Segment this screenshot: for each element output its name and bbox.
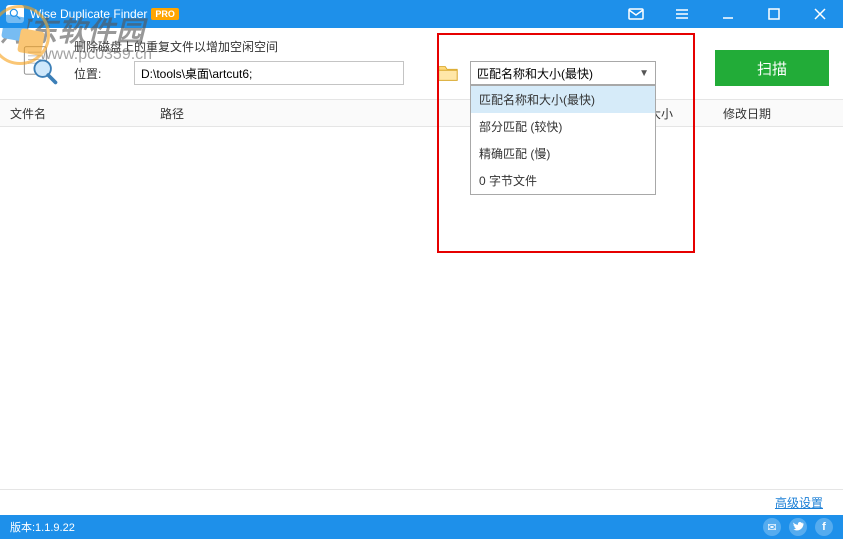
feedback-button[interactable] xyxy=(613,0,659,28)
dropdown-option[interactable]: 0 字节文件 xyxy=(471,167,655,194)
version-text: 版本:1.1.9.22 xyxy=(10,519,75,535)
results-list xyxy=(0,127,843,489)
location-label: 位置: xyxy=(74,65,124,82)
maximize-button[interactable] xyxy=(751,0,797,28)
chevron-down-icon: ▼ xyxy=(639,68,649,79)
facebook-icon[interactable]: f xyxy=(815,518,833,536)
results-header: 文件名 路径 大小 修改日期 xyxy=(0,99,843,127)
title-bar: Wise Duplicate Finder PRO xyxy=(0,0,843,28)
twitter-icon[interactable] xyxy=(789,518,807,536)
app-title: Wise Duplicate Finder xyxy=(30,7,147,21)
mail-icon[interactable]: ✉ xyxy=(763,518,781,536)
scan-button[interactable]: 扫描 xyxy=(715,50,829,86)
close-button[interactable] xyxy=(797,0,843,28)
advanced-settings-link[interactable]: 高级设置 xyxy=(775,494,823,511)
subtitle-text: 删除磁盘上的重复文件以增加空闲空间 xyxy=(74,38,705,55)
dropdown-list: 匹配名称和大小(最快) 部分匹配 (较快) 精确匹配 (慢) 0 字节文件 xyxy=(470,85,656,195)
app-icon xyxy=(6,5,24,23)
dropdown-option[interactable]: 匹配名称和大小(最快) xyxy=(471,86,655,113)
pro-badge: PRO xyxy=(151,8,179,20)
match-mode-dropdown[interactable]: 匹配名称和大小(最快) ▼ 匹配名称和大小(最快) 部分匹配 (较快) 精确匹配… xyxy=(470,61,656,85)
path-input[interactable] xyxy=(134,61,404,85)
column-date[interactable]: 修改日期 xyxy=(713,100,843,126)
menu-button[interactable] xyxy=(659,0,705,28)
status-bar: 版本:1.1.9.22 ✉ f xyxy=(0,515,843,539)
browse-folder-button[interactable] xyxy=(434,61,462,85)
column-filename[interactable]: 文件名 xyxy=(0,100,150,126)
advanced-row: 高级设置 xyxy=(0,489,843,515)
dropdown-option[interactable]: 精确匹配 (慢) xyxy=(471,140,655,167)
minimize-button[interactable] xyxy=(705,0,751,28)
search-panel: 删除磁盘上的重复文件以增加空闲空间 位置: 匹配名称和大小(最快) ▼ 匹配名称… xyxy=(0,28,843,99)
dropdown-option[interactable]: 部分匹配 (较快) xyxy=(471,113,655,140)
dropdown-selected: 匹配名称和大小(最快) xyxy=(477,65,593,82)
search-document-icon xyxy=(14,40,64,90)
